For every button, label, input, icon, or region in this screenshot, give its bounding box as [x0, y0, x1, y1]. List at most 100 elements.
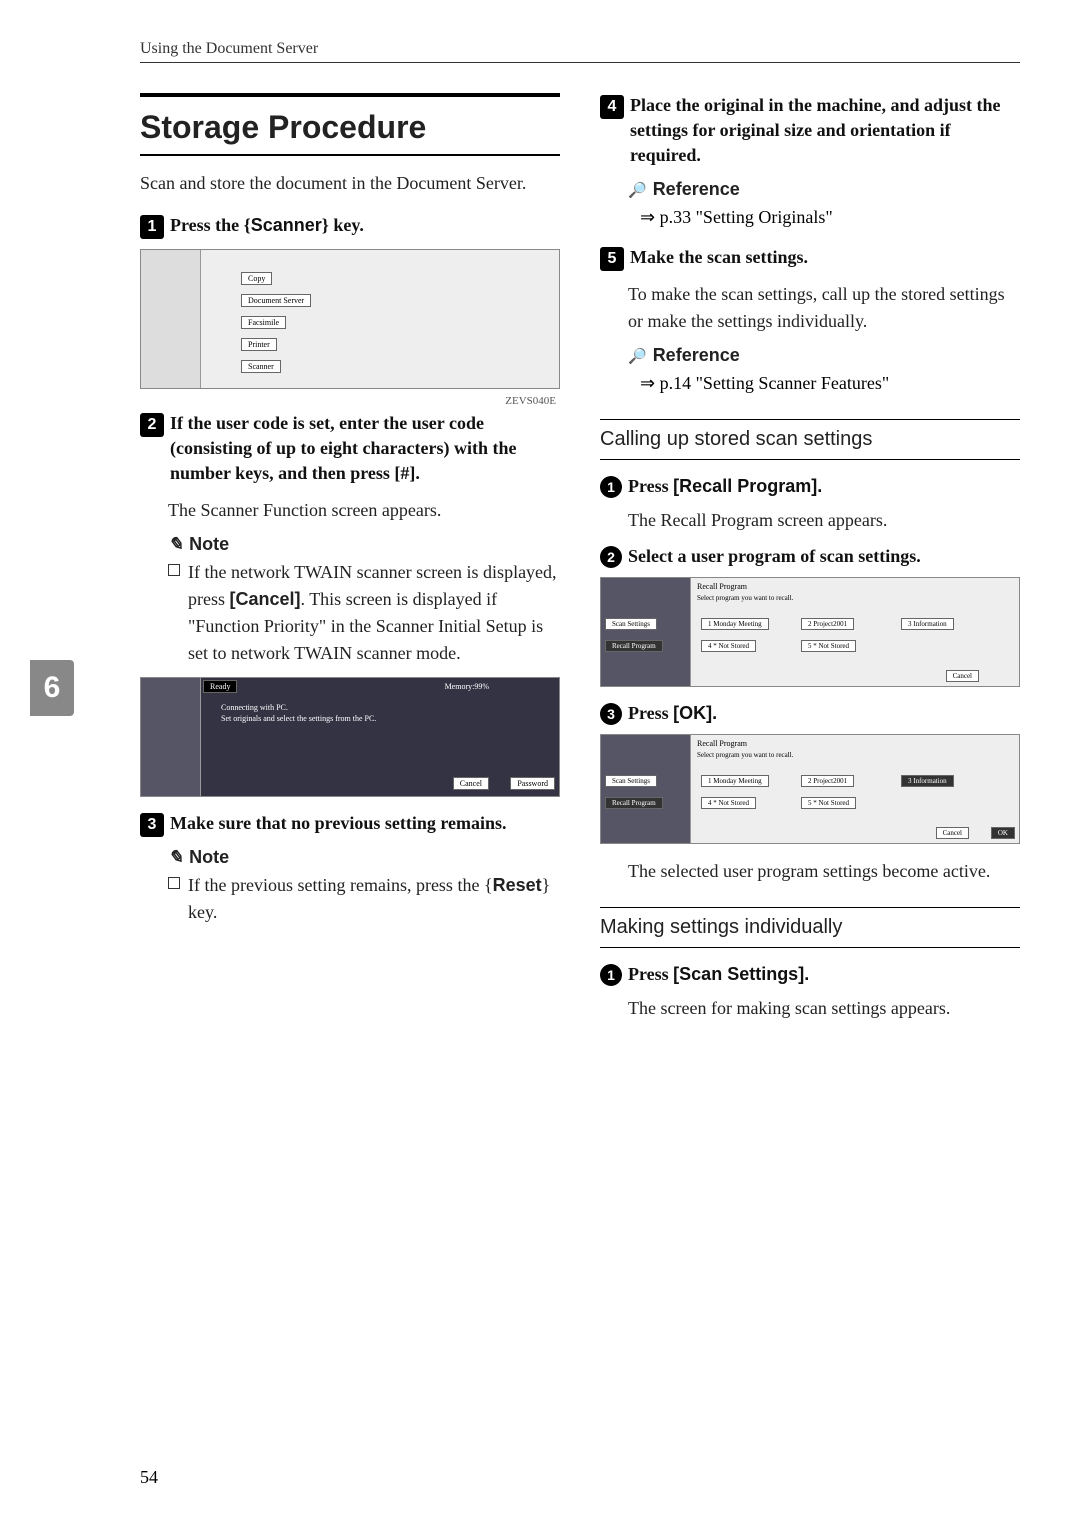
step-number-icon: 3: [140, 813, 164, 837]
cancel-button: Cancel: [936, 827, 969, 839]
docserver-button: Document Server: [241, 294, 311, 307]
password-button: Password: [510, 777, 555, 790]
cancel-key-label: [Cancel]: [230, 589, 301, 609]
page-number: 54: [140, 1467, 158, 1488]
reference-link: ⇒ p.33 "Setting Originals": [640, 204, 1020, 231]
bullet-icon: [168, 564, 180, 576]
not-stored-4: * Not Stored: [713, 799, 749, 807]
substep-2: 2 Select a user program of scan settings…: [600, 544, 1020, 569]
section-title: Storage Procedure: [140, 93, 560, 156]
step-number-icon: 1: [140, 215, 164, 239]
cancel-button: Cancel: [946, 670, 979, 682]
substep-number-icon: 2: [600, 546, 622, 568]
step-text: Press the: [170, 215, 244, 235]
note-heading: ✎ Note: [168, 534, 560, 555]
body-text: The Scanner Function screen appears.: [168, 497, 560, 524]
substep-text: Press: [628, 476, 673, 496]
step-text: If the user code is set, enter the user …: [170, 411, 560, 487]
memory-label: Memory:99%: [445, 682, 489, 691]
scanner-button: Scanner: [241, 360, 281, 373]
body-text: To make the scan settings, call up the s…: [628, 281, 1020, 335]
sub2-step-1: 1 Press [Scan Settings].: [600, 962, 1020, 987]
substep-number-icon: 3: [600, 703, 622, 725]
program-1: Monday Meeting: [713, 777, 761, 785]
step-number-icon: 5: [600, 247, 624, 271]
recall-program-title: Recall Program: [697, 582, 747, 591]
program-3: Information: [913, 620, 946, 628]
recall-program-button: Recall Program: [605, 797, 663, 809]
connecting-label: Connecting with PC.: [221, 703, 288, 712]
reference-label: Reference: [653, 179, 740, 200]
reference-label: Reference: [653, 345, 740, 366]
reference-link: ⇒ p.14 "Setting Scanner Features": [640, 370, 1020, 397]
pencil-icon: ✎: [168, 534, 183, 555]
body-text: The selected user program settings becom…: [628, 858, 1020, 885]
note-heading: ✎ Note: [168, 847, 560, 868]
step-text: Make the scan settings.: [630, 245, 808, 270]
step-text: key.: [329, 215, 364, 235]
substep-text: Press: [628, 703, 673, 723]
recall-program-key: [Recall Program].: [673, 476, 822, 496]
substep-1: 1 Press [Recall Program].: [600, 474, 1020, 499]
scan-settings-button: Scan Settings: [605, 775, 657, 787]
subsection-heading: Calling up stored scan settings: [600, 419, 1020, 460]
pencil-icon: ✎: [168, 847, 183, 868]
body-text: The screen for making scan settings appe…: [628, 995, 1020, 1022]
cancel-button: Cancel: [453, 777, 489, 790]
scanner-function-screenshot: Ready Memory:99% Connecting with PC. Set…: [140, 677, 560, 797]
substep-number-icon: 1: [600, 476, 622, 498]
step-text: Place the original in the machine, and a…: [630, 93, 1020, 169]
left-column: Storage Procedure Scan and store the doc…: [140, 93, 560, 1032]
chapter-tab: 6: [30, 660, 74, 716]
screenshot-id: ZEVS040E: [505, 395, 556, 407]
step-number-icon: 2: [140, 413, 164, 437]
not-stored-5: * Not Stored: [813, 799, 849, 807]
copy-button: Copy: [241, 272, 272, 285]
facsimile-button: Facsimile: [241, 316, 286, 329]
scan-settings-button: Scan Settings: [605, 618, 657, 630]
program-3-selected: Information: [913, 777, 946, 785]
step-1: 1 Press the {Scanner} key.: [140, 213, 560, 239]
program-2: Project2001: [813, 620, 847, 628]
reference-heading: Reference: [628, 179, 1020, 200]
note-text: If the previous setting remains, press t…: [188, 875, 484, 895]
bullet-icon: [168, 877, 180, 889]
control-panel-screenshot: Copy Document Server Facsimile Printer S…: [140, 249, 560, 389]
recall-program-button: Recall Program: [605, 640, 663, 652]
intro-text: Scan and store the document in the Docum…: [140, 170, 560, 197]
step-3: 3 Make sure that no previous setting rem…: [140, 811, 560, 837]
program-1: Monday Meeting: [713, 620, 761, 628]
right-column: 4 Place the original in the machine, and…: [600, 93, 1020, 1032]
substep-text: Press: [628, 964, 673, 984]
note-label: Note: [189, 847, 229, 868]
recall-program-title: Recall Program: [697, 739, 747, 748]
body-text: The Recall Program screen appears.: [628, 507, 1020, 534]
step-number-icon: 4: [600, 95, 624, 119]
ok-button: OK: [991, 827, 1015, 839]
program-2: Project2001: [813, 777, 847, 785]
reset-key-label: Reset: [493, 875, 542, 895]
subsection-heading: Making settings individually: [600, 907, 1020, 948]
scanner-key-label: Scanner: [251, 215, 322, 235]
note-label: Note: [189, 534, 229, 555]
page-header: Using the Document Server: [140, 40, 1020, 63]
substep-3: 3 Press [OK].: [600, 701, 1020, 726]
set-originals-label: Set originals and select the settings fr…: [221, 714, 376, 723]
substep-number-icon: 1: [600, 964, 622, 986]
not-stored-5: * Not Stored: [813, 642, 849, 650]
recall-program-screenshot: Scan Settings Recall Program Recall Prog…: [600, 577, 1020, 687]
select-program-label: Select program you want to recall.: [697, 594, 793, 602]
step-2: 2 If the user code is set, enter the use…: [140, 411, 560, 487]
reference-heading: Reference: [628, 345, 1020, 366]
not-stored-4: * Not Stored: [713, 642, 749, 650]
ok-key-label: [OK].: [673, 703, 717, 723]
ready-label: Ready: [203, 680, 237, 693]
note-text: key.: [188, 902, 217, 922]
substep-text: Select a user program of scan settings.: [628, 544, 921, 569]
magnifier-icon: [628, 179, 647, 200]
printer-button: Printer: [241, 338, 277, 351]
select-program-label: Select program you want to recall.: [697, 751, 793, 759]
recall-program-selected-screenshot: Scan Settings Recall Program Recall Prog…: [600, 734, 1020, 844]
step-4: 4 Place the original in the machine, and…: [600, 93, 1020, 169]
scan-settings-key: [Scan Settings].: [673, 964, 809, 984]
